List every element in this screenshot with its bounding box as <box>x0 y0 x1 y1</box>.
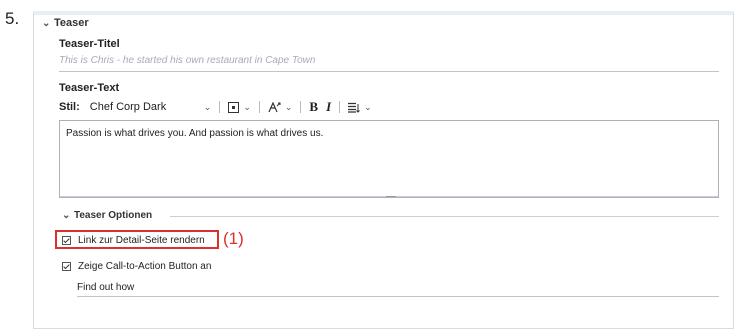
teaser-text-label: Teaser-Text <box>59 82 120 94</box>
cta-checkbox-label: Zeige Call-to-Action Button an <box>78 261 212 272</box>
teaser-section-header[interactable]: ⌄ Teaser <box>42 17 89 29</box>
insert-block-button[interactable]: ⌄ <box>228 101 251 113</box>
cta-input-underline <box>77 296 719 297</box>
list-icon <box>348 102 361 113</box>
options-title: Teaser Optionen <box>74 210 153 221</box>
cta-checkbox-row[interactable]: Zeige Call-to-Action Button an <box>62 261 211 272</box>
block-icon <box>228 101 240 113</box>
italic-button[interactable]: I <box>326 99 331 115</box>
cta-text-input[interactable]: Find out how <box>77 282 134 293</box>
step-number: 5. <box>5 9 20 28</box>
teaser-title-underline <box>59 71 719 72</box>
options-divider <box>170 216 719 217</box>
chevron-down-icon[interactable]: ⌄ <box>42 18 54 29</box>
toolbar-divider <box>300 101 302 113</box>
editor-toolbar: Stil: Chef Corp Dark ⌄ ⌄ ⌄ B I ⌄ <box>59 99 380 115</box>
chevron-down-icon: ⌄ <box>364 101 372 112</box>
toolbar-divider <box>258 101 260 113</box>
chevron-down-icon: ⌄ <box>284 101 293 112</box>
style-select-value: Chef Corp Dark <box>89 101 167 113</box>
editor-resize-handle[interactable] <box>386 196 396 200</box>
chevron-down-icon: ⌄ <box>243 101 251 112</box>
toolbar-divider <box>339 101 341 113</box>
chevron-down-icon: ⌄ <box>203 101 212 112</box>
text-size-button[interactable]: ⌄ <box>268 101 293 113</box>
toolbar-divider <box>219 101 221 113</box>
style-select[interactable]: Chef Corp Dark ⌄ <box>90 101 212 113</box>
annotation-label: (1) <box>223 229 244 248</box>
teaser-text-editor[interactable]: Passion is what drives you. And passion … <box>59 120 719 198</box>
list-button[interactable]: ⌄ <box>348 102 372 113</box>
teaser-options-header[interactable]: ⌄ Teaser Optionen <box>62 210 152 221</box>
editor-content[interactable]: Passion is what drives you. And passion … <box>66 128 323 139</box>
text-size-icon <box>268 101 281 112</box>
section-title: Teaser <box>54 17 89 29</box>
bold-button[interactable]: B <box>309 99 318 115</box>
style-label: Stil: <box>59 101 80 113</box>
teaser-title-label: Teaser-Titel <box>59 38 120 50</box>
teaser-title-input[interactable]: This is Chris - he started his own resta… <box>59 55 315 66</box>
checkbox-checked-icon[interactable] <box>62 262 71 271</box>
chevron-down-icon[interactable]: ⌄ <box>62 210 74 221</box>
annotation-highlight-box <box>55 230 219 249</box>
